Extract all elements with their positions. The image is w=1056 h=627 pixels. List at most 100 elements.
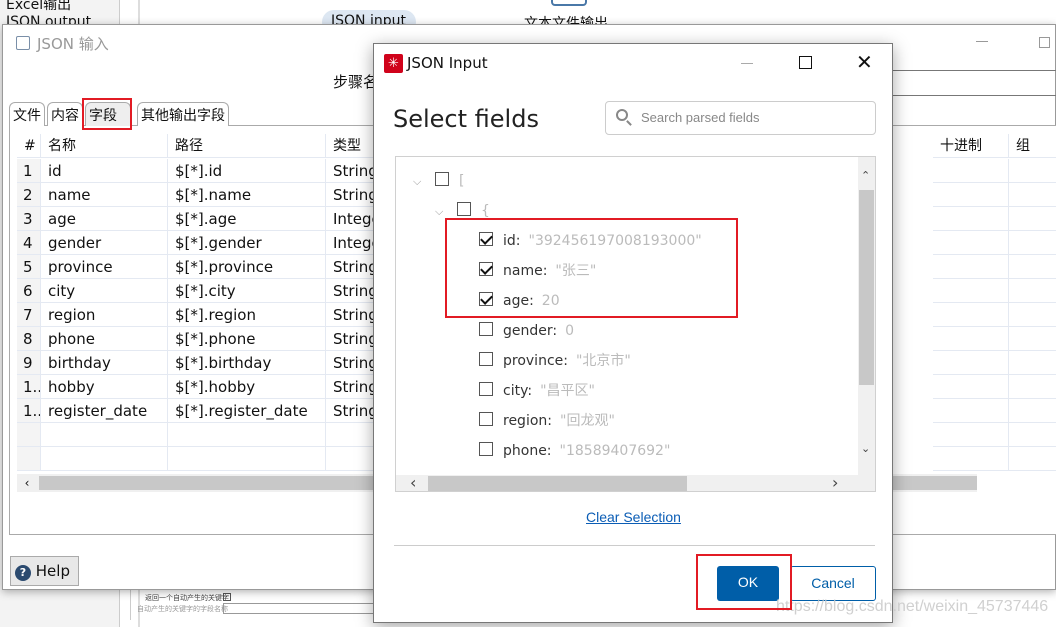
cell-group[interactable] <box>1009 255 1056 279</box>
cell-group[interactable] <box>1009 159 1056 183</box>
tab-content[interactable]: 内容 <box>47 102 83 126</box>
cell-name[interactable] <box>41 447 168 471</box>
header-col-number[interactable]: # <box>17 134 41 158</box>
cell-decimal[interactable] <box>933 351 1009 375</box>
help-button[interactable]: ? Help <box>10 556 79 586</box>
cell-number[interactable]: 1.. <box>17 399 41 423</box>
cell-decimal[interactable] <box>933 231 1009 255</box>
tree-field-province[interactable]: province: "北京市" <box>479 350 631 372</box>
scroll-up-icon[interactable]: ⌃ <box>861 169 870 182</box>
scroll-left-icon[interactable]: ‹ <box>410 473 416 491</box>
step-name-input[interactable] <box>888 70 1056 96</box>
cell-group[interactable] <box>1009 183 1056 207</box>
cell-path[interactable]: $[*].name <box>168 183 326 207</box>
header-col-path[interactable]: 路径 <box>168 134 326 158</box>
cell-decimal[interactable] <box>933 327 1009 351</box>
checkbox[interactable] <box>479 322 493 336</box>
cell-group[interactable] <box>1009 327 1056 351</box>
cell-path[interactable]: $[*].hobby <box>168 375 326 399</box>
tab-other-output-fields[interactable]: 其他输出字段 <box>137 102 229 126</box>
scroll-right-icon[interactable]: › <box>832 473 838 491</box>
minimize-icon[interactable] <box>976 41 988 42</box>
cell-path[interactable]: $[*].birthday <box>168 351 326 375</box>
cell-group[interactable] <box>1009 279 1056 303</box>
horizontal-scrollbar[interactable]: ‹ › <box>396 473 875 491</box>
sidebar-item[interactable]: Excel输出 <box>6 0 71 14</box>
key-field-input[interactable] <box>223 603 383 614</box>
cell-group[interactable] <box>1009 423 1056 447</box>
scrollbar-thumb[interactable] <box>859 190 874 385</box>
checkbox[interactable] <box>479 442 493 456</box>
tab-file[interactable]: 文件 <box>9 102 45 126</box>
cell-number[interactable] <box>17 423 41 447</box>
cell-decimal[interactable] <box>933 447 1009 471</box>
cell-decimal[interactable] <box>933 207 1009 231</box>
cell-path[interactable] <box>168 423 326 447</box>
scroll-left-icon[interactable]: ‹ <box>17 474 37 492</box>
vertical-scrollbar[interactable]: ⌃ ⌄ <box>858 157 875 475</box>
maximize-icon[interactable] <box>1039 37 1050 48</box>
scrollbar-thumb[interactable] <box>428 476 687 491</box>
cell-number[interactable]: 4 <box>17 231 41 255</box>
search-input[interactable]: Search parsed fields <box>605 101 876 135</box>
cell-path[interactable]: $[*].region <box>168 303 326 327</box>
chevron-down-icon[interactable]: ⌵ <box>413 171 427 193</box>
tree-field-region[interactable]: region: "回龙观" <box>479 410 615 432</box>
minimize-icon[interactable] <box>741 63 753 64</box>
cell-name[interactable]: hobby <box>41 375 168 399</box>
cell-decimal[interactable] <box>933 399 1009 423</box>
cell-path[interactable]: $[*].id <box>168 159 326 183</box>
cell-number[interactable]: 9 <box>17 351 41 375</box>
cell-group[interactable] <box>1009 399 1056 423</box>
checkbox[interactable] <box>479 352 493 366</box>
checkbox[interactable] <box>479 412 493 426</box>
cell-group[interactable] <box>1009 375 1056 399</box>
cell-name[interactable]: gender <box>41 231 168 255</box>
cell-decimal[interactable] <box>933 159 1009 183</box>
cell-decimal[interactable] <box>933 423 1009 447</box>
tree-field-gender[interactable]: gender: 0 <box>479 320 574 342</box>
cancel-button[interactable]: Cancel <box>790 566 876 601</box>
cell-name[interactable]: age <box>41 207 168 231</box>
cell-number[interactable]: 8 <box>17 327 41 351</box>
cell-name[interactable] <box>41 423 168 447</box>
cell-number[interactable]: 2 <box>17 183 41 207</box>
cell-group[interactable] <box>1009 231 1056 255</box>
cell-path[interactable]: $[*].province <box>168 255 326 279</box>
tree-node-root[interactable]: ⌵[ <box>413 170 464 192</box>
cell-name[interactable]: id <box>41 159 168 183</box>
cell-name[interactable]: name <box>41 183 168 207</box>
cell-number[interactable] <box>17 447 41 471</box>
cell-path[interactable]: $[*].phone <box>168 327 326 351</box>
cell-group[interactable] <box>1009 351 1056 375</box>
cell-group[interactable] <box>1009 447 1056 471</box>
cell-number[interactable]: 3 <box>17 207 41 231</box>
scroll-down-icon[interactable]: ⌄ <box>861 442 870 455</box>
tree-field-city[interactable]: city: "昌平区" <box>479 380 595 402</box>
cell-path[interactable]: $[*].register_date <box>168 399 326 423</box>
cell-group[interactable] <box>1009 303 1056 327</box>
tree-field-phone[interactable]: phone: "18589407692" <box>479 440 670 462</box>
cell-number[interactable]: 1 <box>17 159 41 183</box>
cell-name[interactable]: city <box>41 279 168 303</box>
cell-path[interactable]: $[*].age <box>168 207 326 231</box>
cell-decimal[interactable] <box>933 183 1009 207</box>
cell-name[interactable]: region <box>41 303 168 327</box>
cell-number[interactable]: 6 <box>17 279 41 303</box>
header-col-decimal[interactable]: 十进制 <box>933 134 1009 158</box>
checkbox[interactable] <box>479 382 493 396</box>
cell-path[interactable]: $[*].city <box>168 279 326 303</box>
cell-name[interactable]: province <box>41 255 168 279</box>
cell-name[interactable]: phone <box>41 327 168 351</box>
cell-decimal[interactable] <box>933 375 1009 399</box>
cell-path[interactable]: $[*].gender <box>168 231 326 255</box>
cell-decimal[interactable] <box>933 279 1009 303</box>
maximize-icon[interactable] <box>799 56 812 69</box>
checkbox[interactable] <box>457 202 471 216</box>
close-icon[interactable]: ✕ <box>856 50 873 74</box>
return-key-checkbox[interactable] <box>223 593 231 601</box>
cell-name[interactable]: register_date <box>41 399 168 423</box>
header-col-name[interactable]: 名称 <box>41 134 168 158</box>
header-col-group[interactable]: 组 <box>1009 134 1056 158</box>
cell-number[interactable]: 5 <box>17 255 41 279</box>
